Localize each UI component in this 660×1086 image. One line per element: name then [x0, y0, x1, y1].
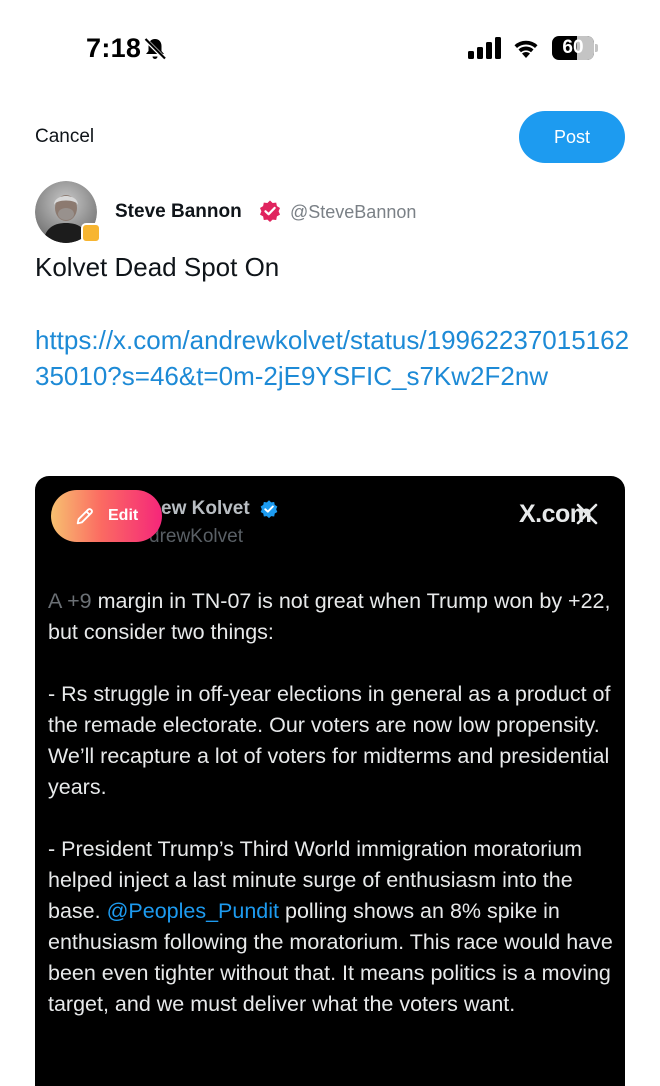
post-button[interactable]: Post: [519, 111, 625, 163]
edit-label: Edit: [108, 507, 139, 524]
embedded-paragraph: A +9 margin in TN-07 is not great when T…: [48, 586, 618, 648]
embedded-post-body: A +9 margin in TN-07 is not great when T…: [48, 586, 618, 1051]
wifi-icon: [514, 40, 538, 58]
embedded-faded-text: A +9: [48, 589, 92, 613]
status-bar: 7:18 60: [0, 0, 660, 96]
cancel-button[interactable]: Cancel: [35, 126, 94, 148]
status-time: 7:18: [86, 33, 142, 63]
embedded-paragraph: - Rs struggle in off-year elections in g…: [48, 682, 611, 799]
display-name: Steve Bannon: [115, 201, 242, 222]
mention-link[interactable]: @Peoples_Pundit: [107, 899, 279, 923]
edit-button[interactable]: Edit: [51, 490, 162, 542]
battery-level: 60: [562, 37, 584, 58]
battery-icon: 60: [552, 36, 598, 60]
close-icon[interactable]: [575, 502, 599, 526]
verified-badge-icon: [260, 200, 280, 222]
post-link[interactable]: https://x.com/andrewkolvet/status/199622…: [35, 322, 635, 394]
blue-verified-icon: [260, 500, 278, 519]
embedded-text: margin in TN-07 is not great when Trump …: [48, 589, 611, 644]
author-handle: @SteveBannon: [290, 202, 417, 222]
subscriber-badge-icon: [81, 223, 101, 243]
embedded-author-handle: drewKolvet: [149, 526, 243, 547]
embedded-author-name: ew Kolvet: [161, 498, 250, 519]
post-text[interactable]: Kolvet Dead Spot On: [35, 252, 279, 283]
bell-slash-icon: [143, 37, 167, 61]
pencil-icon: [76, 508, 93, 525]
embedded-paragraph: - President Trump’s Third World immigrat…: [48, 834, 618, 1020]
embedded-post-card[interactable]: ew Kolvet drewKolvet X.com A +9 margin i…: [35, 476, 625, 1086]
signal-icon: [468, 37, 501, 59]
avatar: [35, 181, 101, 243]
